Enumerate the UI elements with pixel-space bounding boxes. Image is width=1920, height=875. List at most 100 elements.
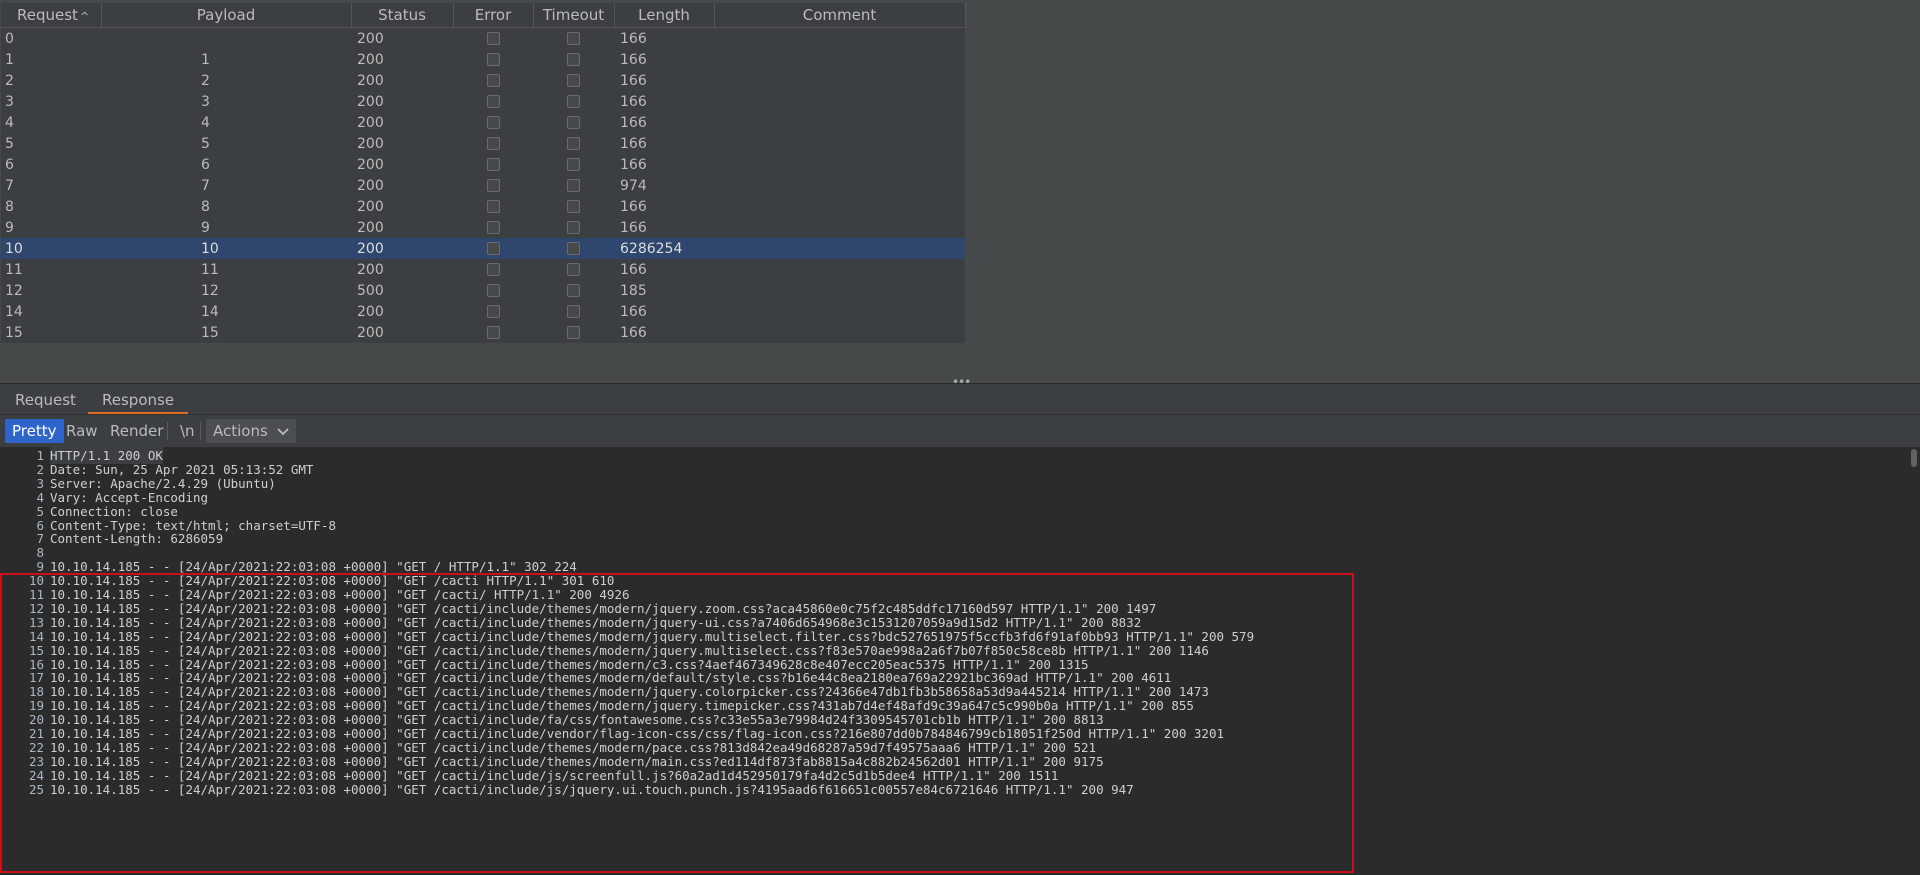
error-checkbox[interactable] — [486, 200, 500, 213]
cell-comment — [714, 259, 965, 280]
timeout-checkbox[interactable] — [567, 158, 580, 171]
cell-error — [453, 91, 533, 112]
tab-response[interactable]: Response — [88, 388, 189, 414]
cell-comment — [714, 238, 965, 259]
cell-timeout — [533, 91, 614, 112]
error-checkbox[interactable] — [486, 53, 500, 66]
sort-ascending-icon: ^ — [79, 10, 90, 23]
column-header-payload[interactable]: Payload — [101, 3, 352, 28]
splitter-handle[interactable]: ••• — [952, 376, 971, 388]
table-row[interactable]: 6 6 200 166 — [1, 154, 965, 175]
error-checkbox[interactable] — [486, 263, 500, 276]
cell-payload: 6 — [101, 154, 351, 175]
cell-payload: 9 — [101, 217, 351, 238]
response-editor[interactable]: 1 HTTP/1.1 200 OK 2 Date: Sun, 25 Apr 2021 … — [0, 447, 1920, 875]
cell-status: 200 — [351, 238, 453, 259]
column-header-comment[interactable]: Comment — [714, 3, 966, 28]
error-checkbox[interactable] — [486, 179, 500, 192]
cell-error — [453, 49, 533, 70]
table-row[interactable]: 8 8 200 166 — [1, 196, 965, 217]
timeout-checkbox[interactable] — [567, 200, 580, 213]
cell-status: 200 — [351, 196, 453, 217]
timeout-checkbox[interactable] — [567, 32, 580, 45]
line-text: Content-Length: 6286059 — [50, 531, 224, 547]
cell-request: 6 — [1, 154, 101, 175]
error-checkbox[interactable] — [486, 116, 500, 129]
cell-comment — [714, 217, 965, 238]
column-header-status[interactable]: Status — [351, 3, 454, 28]
cell-payload: 15 — [101, 322, 351, 343]
column-header-length[interactable]: Length — [614, 3, 715, 28]
cell-comment — [714, 133, 965, 154]
timeout-checkbox[interactable] — [567, 305, 580, 318]
timeout-checkbox[interactable] — [567, 74, 580, 87]
table-row[interactable]: 10 10 200 6286254 — [1, 238, 965, 259]
table-row[interactable]: 14 14 200 166 — [1, 301, 965, 322]
cell-request: 0 — [1, 27, 101, 49]
column-header-timeout[interactable]: Timeout — [533, 3, 615, 28]
table-row[interactable]: 1 1 200 166 — [1, 49, 965, 70]
column-header-request[interactable]: Request ^ — [1, 3, 102, 28]
render-button[interactable]: Render — [103, 419, 170, 443]
timeout-checkbox[interactable] — [567, 137, 580, 150]
toolbar-divider — [167, 422, 168, 440]
timeout-checkbox[interactable] — [567, 263, 580, 276]
cell-length: 974 — [614, 175, 714, 196]
cell-timeout — [533, 259, 614, 280]
error-checkbox[interactable] — [486, 242, 500, 255]
table-row[interactable]: 3 3 200 166 — [1, 91, 965, 112]
error-checkbox[interactable] — [486, 137, 500, 150]
cell-payload: 11 — [101, 259, 351, 280]
error-checkbox[interactable] — [486, 221, 500, 234]
cell-status: 200 — [351, 70, 453, 91]
cell-comment — [714, 175, 965, 196]
error-checkbox[interactable] — [486, 284, 500, 297]
cell-status: 200 — [351, 217, 453, 238]
actions-button[interactable]: Actions — [206, 419, 296, 443]
tab-request[interactable]: Request — [1, 388, 90, 412]
column-header-error[interactable]: Error — [453, 3, 534, 28]
error-checkbox[interactable] — [486, 95, 500, 108]
cell-comment — [714, 280, 965, 301]
timeout-checkbox[interactable] — [567, 53, 580, 66]
error-checkbox[interactable] — [486, 32, 500, 45]
cell-status: 200 — [351, 154, 453, 175]
timeout-checkbox[interactable] — [567, 221, 580, 234]
cell-timeout — [533, 27, 614, 49]
table-row[interactable]: 15 15 200 166 — [1, 322, 965, 343]
table-row[interactable]: 7 7 200 974 — [1, 175, 965, 196]
error-checkbox[interactable] — [486, 74, 500, 87]
table-row[interactable]: 12 12 500 185 — [1, 280, 965, 301]
results-table-body: 0 200 166 1 1 200 166 2 2 200 166 3 3 200 166 4 4 200 166 5… — [1, 27, 965, 343]
timeout-checkbox[interactable] — [567, 326, 580, 339]
table-row[interactable]: 2 2 200 166 — [1, 70, 965, 91]
table-row[interactable]: 0 200 166 — [1, 27, 965, 49]
error-checkbox[interactable] — [486, 305, 500, 318]
actions-label: Actions — [213, 422, 268, 440]
cell-timeout — [533, 49, 614, 70]
editor-scrollbar[interactable] — [1911, 449, 1917, 467]
error-checkbox[interactable] — [486, 158, 500, 171]
pretty-button[interactable]: Pretty — [5, 419, 64, 443]
cell-comment — [714, 154, 965, 175]
timeout-checkbox[interactable] — [567, 116, 580, 129]
cell-status: 200 — [351, 301, 453, 322]
raw-button[interactable]: Raw — [59, 419, 105, 443]
timeout-checkbox[interactable] — [567, 242, 580, 255]
table-row[interactable]: 11 11 200 166 — [1, 259, 965, 280]
cell-payload: 2 — [101, 70, 351, 91]
cell-length: 166 — [614, 49, 714, 70]
timeout-checkbox[interactable] — [567, 95, 580, 108]
table-row[interactable]: 4 4 200 166 — [1, 112, 965, 133]
cell-status: 500 — [351, 280, 453, 301]
timeout-checkbox[interactable] — [567, 284, 580, 297]
cell-request: 7 — [1, 175, 101, 196]
timeout-checkbox[interactable] — [567, 179, 580, 192]
cell-request: 1 — [1, 49, 101, 70]
cell-timeout — [533, 322, 614, 343]
error-checkbox[interactable] — [486, 326, 500, 339]
show-newlines-button[interactable]: \n — [173, 419, 202, 443]
table-row[interactable]: 9 9 200 166 — [1, 217, 965, 238]
table-row[interactable]: 5 5 200 166 — [1, 133, 965, 154]
cell-comment — [714, 70, 965, 91]
